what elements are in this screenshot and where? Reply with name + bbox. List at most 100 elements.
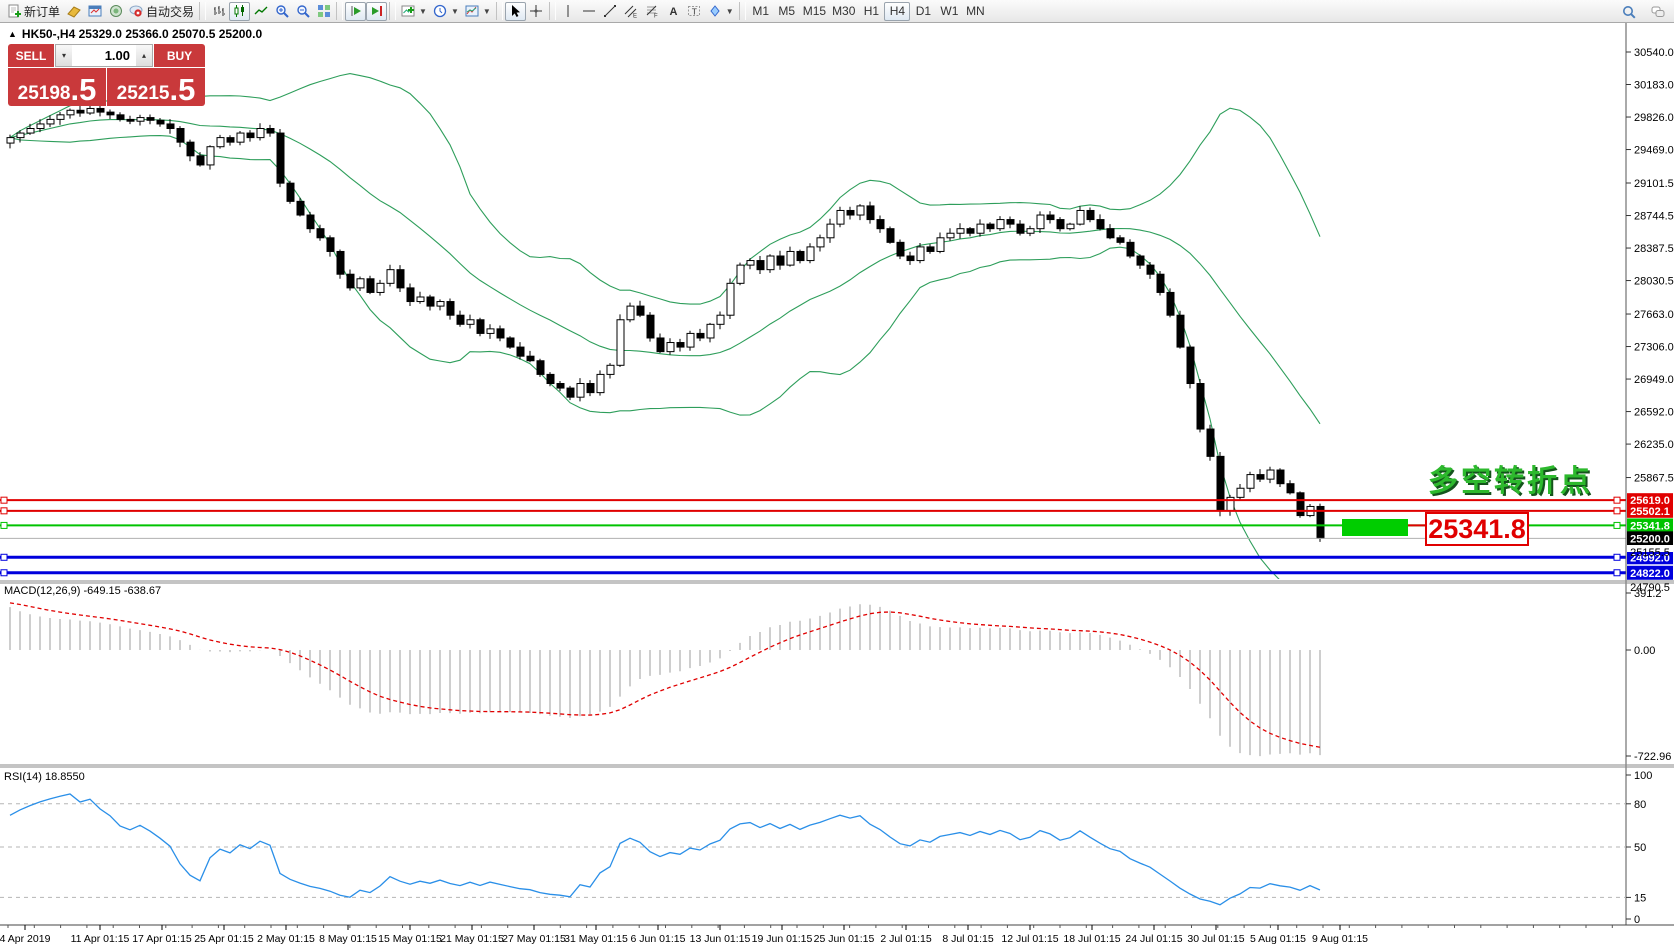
candle-chart-button[interactable] xyxy=(229,2,250,21)
candle xyxy=(727,283,734,315)
price-scale-tick: 28387.5 xyxy=(1634,243,1674,255)
text-label-button[interactable]: T xyxy=(684,2,705,21)
tf-w1-label: W1 xyxy=(940,4,958,18)
line-handle[interactable] xyxy=(1614,508,1620,514)
toolbar-separator xyxy=(389,2,396,20)
candle xyxy=(397,270,404,288)
candle xyxy=(1217,456,1224,511)
line-handle[interactable] xyxy=(1614,522,1620,528)
time-axis-label: 6 Jun 01:15 xyxy=(631,933,686,945)
tline-icon xyxy=(603,4,617,18)
new-order-button[interactable]: 新订单 xyxy=(4,2,63,21)
chat-button[interactable] xyxy=(1647,2,1668,21)
indicators-button[interactable]: ▼ xyxy=(398,2,430,21)
collapse-panel-icon[interactable]: ▲ xyxy=(8,29,17,39)
tile-windows-button[interactable] xyxy=(313,2,334,21)
trendline-button[interactable] xyxy=(600,2,621,21)
sell-price-button[interactable]: 25198 .5 xyxy=(8,68,106,106)
green-rectangle-object[interactable] xyxy=(1342,519,1408,536)
cursor-button[interactable] xyxy=(505,2,526,21)
toolbar-group xyxy=(208,0,334,22)
templates-button[interactable]: ▼ xyxy=(462,2,494,21)
candle xyxy=(997,220,1004,229)
auto-trading-button[interactable]: 自动交易 xyxy=(126,2,197,21)
candle xyxy=(577,384,584,398)
tf-m30-label: M30 xyxy=(832,4,855,18)
zoom-in-button[interactable] xyxy=(271,2,292,21)
vertical-line-button[interactable] xyxy=(558,2,579,21)
macd-pane xyxy=(10,603,1320,756)
time-axis-label: 8 May 01:15 xyxy=(319,933,377,945)
candle xyxy=(497,329,504,338)
crosshair-button[interactable] xyxy=(526,2,547,21)
price-tag: 25341.8 xyxy=(1630,520,1670,532)
navigator-button[interactable] xyxy=(105,2,126,21)
sell-button[interactable]: SELL xyxy=(8,44,54,67)
candles-icon xyxy=(233,4,247,18)
volume-increase-button[interactable]: ▴ xyxy=(136,45,152,66)
line-handle[interactable] xyxy=(1,570,7,576)
market-watch-button[interactable] xyxy=(63,2,84,21)
tf-m1-button[interactable]: M1 xyxy=(748,2,774,21)
chart-shift-button[interactable] xyxy=(366,2,387,21)
svg-text:T: T xyxy=(692,7,697,17)
candle xyxy=(957,229,964,234)
candle xyxy=(7,138,14,143)
fibonacci-button[interactable]: F xyxy=(642,2,663,21)
rsi-scale-tick: 50 xyxy=(1634,842,1646,854)
candle xyxy=(1047,215,1054,220)
tf-m30-button[interactable]: M30 xyxy=(829,2,858,21)
macd-scale-tick: -722.96 xyxy=(1634,751,1671,763)
auto-scroll-button[interactable] xyxy=(345,2,366,21)
line-handle[interactable] xyxy=(1614,554,1620,560)
tf-m5-button[interactable]: M5 xyxy=(774,2,800,21)
line-handle[interactable] xyxy=(1614,570,1620,576)
data-window-button[interactable] xyxy=(84,2,105,21)
equidistant-channel-button[interactable]: E xyxy=(621,2,642,21)
crosshair-icon xyxy=(529,4,543,18)
candle xyxy=(647,315,654,338)
line-handle[interactable] xyxy=(1614,497,1620,503)
candle xyxy=(1027,229,1034,234)
candle xyxy=(377,283,384,292)
new-order-label: 新订单 xyxy=(24,3,60,20)
candle xyxy=(297,201,304,215)
bar-chart-button[interactable] xyxy=(208,2,229,21)
buy-price-button[interactable]: 25215 .5 xyxy=(107,68,205,106)
horizontal-line-button[interactable] xyxy=(579,2,600,21)
candle xyxy=(887,229,894,243)
tf-d1-button[interactable]: D1 xyxy=(910,2,936,21)
shapes-button[interactable]: ▼ xyxy=(705,2,737,21)
line-handle[interactable] xyxy=(1,522,7,528)
search-button[interactable] xyxy=(1618,2,1639,21)
volume-decrease-button[interactable]: ▾ xyxy=(56,45,72,66)
line-handle[interactable] xyxy=(1,554,7,560)
candle xyxy=(317,229,324,238)
candle xyxy=(207,147,214,165)
line-handle[interactable] xyxy=(1,497,7,503)
candle xyxy=(1007,220,1014,225)
time-axis-label: 12 Jul 01:15 xyxy=(1001,933,1058,945)
rsi-scale-tick: 80 xyxy=(1634,799,1646,811)
candle xyxy=(1277,470,1284,484)
line-handle[interactable] xyxy=(1,508,7,514)
candle xyxy=(667,343,674,352)
candle xyxy=(657,338,664,352)
tf-w1-button[interactable]: W1 xyxy=(936,2,962,21)
price-callout-box[interactable]: 25341.8 xyxy=(1425,512,1529,546)
periods-button[interactable]: ▼ xyxy=(430,2,462,21)
tf-mn-button[interactable]: MN xyxy=(962,2,988,21)
candle xyxy=(357,279,364,288)
text-button[interactable]: A xyxy=(663,2,684,21)
autoscroll-icon xyxy=(349,4,363,18)
candle xyxy=(857,206,864,215)
tf-m15-button[interactable]: M15 xyxy=(800,2,829,21)
partial-price-tag: 25155.5 xyxy=(1630,547,1670,559)
line-chart-button[interactable] xyxy=(250,2,271,21)
tf-h1-button[interactable]: H1 xyxy=(858,2,884,21)
zoom-out-button[interactable] xyxy=(292,2,313,21)
volume-input[interactable] xyxy=(72,45,136,66)
tf-h4-button[interactable]: H4 xyxy=(884,2,910,21)
buy-button[interactable]: BUY xyxy=(154,44,205,67)
tf-d1-label: D1 xyxy=(916,4,931,18)
